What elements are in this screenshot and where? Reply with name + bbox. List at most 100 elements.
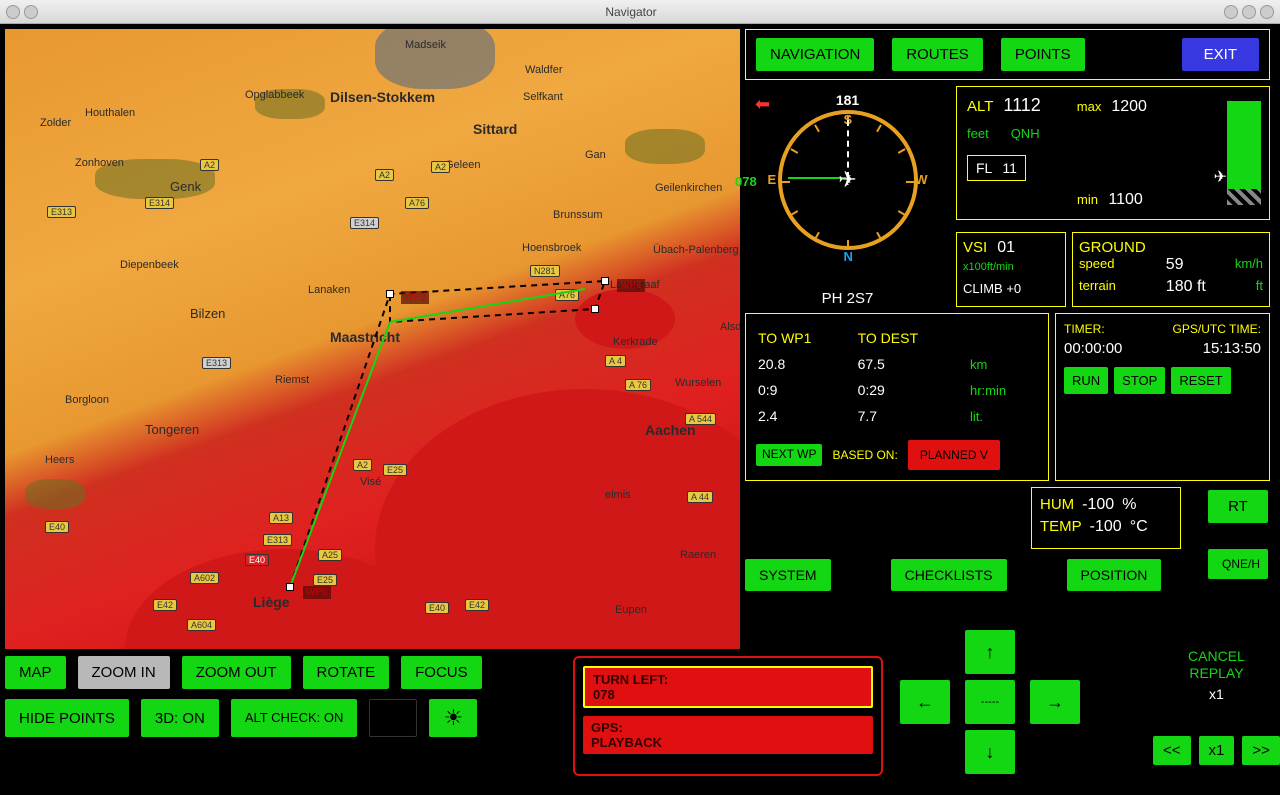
road-a604: A604	[187, 619, 216, 631]
time-dest: 0:29	[858, 378, 968, 402]
brightness-light-icon[interactable]: ☀	[429, 699, 477, 737]
road-a2-2: A2	[375, 169, 394, 181]
city-madseik: Madseik	[405, 39, 446, 51]
replay-speed: x1	[1153, 686, 1280, 702]
zoom-out-button[interactable]: ZOOM OUT	[182, 656, 291, 689]
alt-max: 1200	[1111, 98, 1147, 116]
road-e42: E42	[153, 599, 177, 611]
replay-rate-button[interactable]: x1	[1199, 736, 1235, 765]
close-icon[interactable]	[1260, 5, 1274, 19]
environment-block: HUM -100 % TEMP -100 °C	[1031, 487, 1181, 549]
city-eupen: Eupen	[615, 604, 647, 616]
cancel-replay-label[interactable]: CANCELREPLAY	[1153, 648, 1280, 682]
road-e314-2: E314	[350, 217, 379, 229]
qneh-button[interactable]: QNE/H	[1208, 549, 1268, 579]
planned-v-button[interactable]: PLANNED V	[908, 440, 1000, 470]
dist-unit: km	[970, 352, 1036, 376]
road-a25: A25	[318, 549, 342, 561]
city-lanaken: Lanaken	[308, 284, 350, 296]
waypoint	[591, 305, 599, 313]
rotate-button[interactable]: ROTATE	[303, 656, 390, 689]
road-a2-4: A2	[353, 459, 372, 471]
city-wurselen: Wurselen	[675, 377, 721, 389]
points-button[interactable]: POINTS	[1001, 38, 1085, 71]
window-icon[interactable]	[24, 5, 38, 19]
hide-points-button[interactable]: HIDE POINTS	[5, 699, 129, 737]
bottom-area: MAP ZOOM IN ZOOM OUT ROTATE FOCUS HIDE P…	[5, 656, 1275, 737]
vsi-climb: CLIMB +0	[963, 281, 1059, 296]
city-elmis: elmis	[605, 489, 631, 501]
speed-unit: km/h	[1235, 256, 1263, 274]
road-e313: E313	[47, 206, 76, 218]
zoom-in-button[interactable]: ZOOM IN	[78, 656, 170, 689]
city-geleen: Geleen	[445, 159, 480, 171]
app: Dilsen-Stokkem Opglabbeek Houthalen Zold…	[0, 24, 1280, 795]
fl-label: FL	[976, 160, 992, 176]
minimize-icon[interactable]	[1224, 5, 1238, 19]
next-wp-button[interactable]: NEXT WP	[756, 444, 822, 465]
city-geilenkirchen: Geilenkirchen	[655, 182, 722, 194]
waypoint-label: WP1	[617, 279, 645, 292]
road-e313-2: E313	[202, 357, 231, 369]
hum-value: -100	[1082, 496, 1114, 514]
navigation-button[interactable]: NAVIGATION	[756, 38, 874, 71]
brightness-dark-icon[interactable]: ☀	[369, 699, 417, 737]
maximize-icon[interactable]	[1242, 5, 1256, 19]
replay-back-button[interactable]: <<	[1153, 736, 1191, 765]
city-raeren: Raeren	[680, 549, 716, 561]
road-a544: A 544	[685, 413, 716, 425]
plane-icon: ✈	[838, 167, 856, 193]
road-a76-3: A 76	[625, 379, 651, 391]
alt-min: 1100	[1108, 191, 1142, 208]
alt-max-label: max	[1077, 99, 1102, 114]
exit-button[interactable]: EXIT	[1182, 38, 1259, 71]
replay-fwd-button[interactable]: >>	[1242, 736, 1280, 765]
dpad-left-icon[interactable]: ←	[900, 680, 950, 724]
system-button[interactable]: SYSTEM	[745, 559, 831, 591]
road-a2-3: A2	[431, 161, 450, 173]
waypoint-label: WP0	[303, 586, 331, 599]
terrain-unit: ft	[1256, 278, 1263, 296]
arrow-left-icon: ⬅	[755, 94, 770, 115]
alt-plane-icon: ✈	[1214, 167, 1227, 187]
dpad-down-icon[interactable]: ↓	[965, 730, 1015, 774]
right-panel: NAVIGATION ROUTES POINTS EXIT ⬅ 181	[745, 29, 1270, 591]
focus-button[interactable]: FOCUS	[401, 656, 482, 689]
waypoint	[601, 277, 609, 285]
ground-label: GROUND	[1079, 239, 1263, 256]
speed-label: speed	[1079, 256, 1114, 274]
position-button[interactable]: POSITION	[1067, 559, 1162, 591]
city-riemst: Riemst	[275, 374, 309, 386]
run-button[interactable]: RUN	[1064, 367, 1108, 394]
alt-check-button[interactable]: ALT CHECK: ON	[231, 699, 357, 737]
road-e40-2: E40	[245, 554, 269, 566]
reset-button[interactable]: RESET	[1171, 367, 1230, 394]
waypoint	[286, 583, 294, 591]
flight-level-box[interactable]: FL 11	[967, 155, 1026, 181]
gps-value: 15:13:50	[1203, 340, 1261, 357]
city-zolder: Zolder	[40, 117, 71, 129]
road-e314-1: E314	[145, 197, 174, 209]
city-waldfer: Waldfer	[525, 64, 563, 76]
stop-button[interactable]: STOP	[1114, 367, 1165, 394]
to-dest-hdr: TO DEST	[858, 326, 968, 350]
city-diepenbeek: Diepenbeek	[120, 259, 179, 271]
checklists-button[interactable]: CHECKLISTS	[891, 559, 1007, 591]
routes-button[interactable]: ROUTES	[892, 38, 983, 71]
altitude-bar	[1227, 101, 1261, 205]
waypoint-label: WP3	[401, 291, 429, 304]
road-a2: A2	[200, 159, 219, 171]
close-window-icon[interactable]	[6, 5, 20, 19]
dpad-right-icon[interactable]: →	[1030, 680, 1080, 724]
map-area[interactable]: Dilsen-Stokkem Opglabbeek Houthalen Zold…	[5, 29, 740, 649]
city-liege: Liège	[253, 594, 290, 610]
altitude-block: ALT 1112 max 1200 feet QNH FL 11 min	[956, 86, 1270, 220]
vsi-block: VSI 01 x100ft/min CLIMB +0	[956, 232, 1066, 307]
dpad-center[interactable]: -----	[965, 680, 1015, 724]
city-zonhoven: Zonhoven	[75, 157, 124, 169]
rt-button[interactable]: RT	[1208, 490, 1268, 523]
map-button[interactable]: MAP	[5, 656, 66, 689]
city-gan: Gan	[585, 149, 606, 161]
dpad-up-icon[interactable]: ↑	[965, 630, 1015, 674]
3d-button[interactable]: 3D: ON	[141, 699, 219, 737]
